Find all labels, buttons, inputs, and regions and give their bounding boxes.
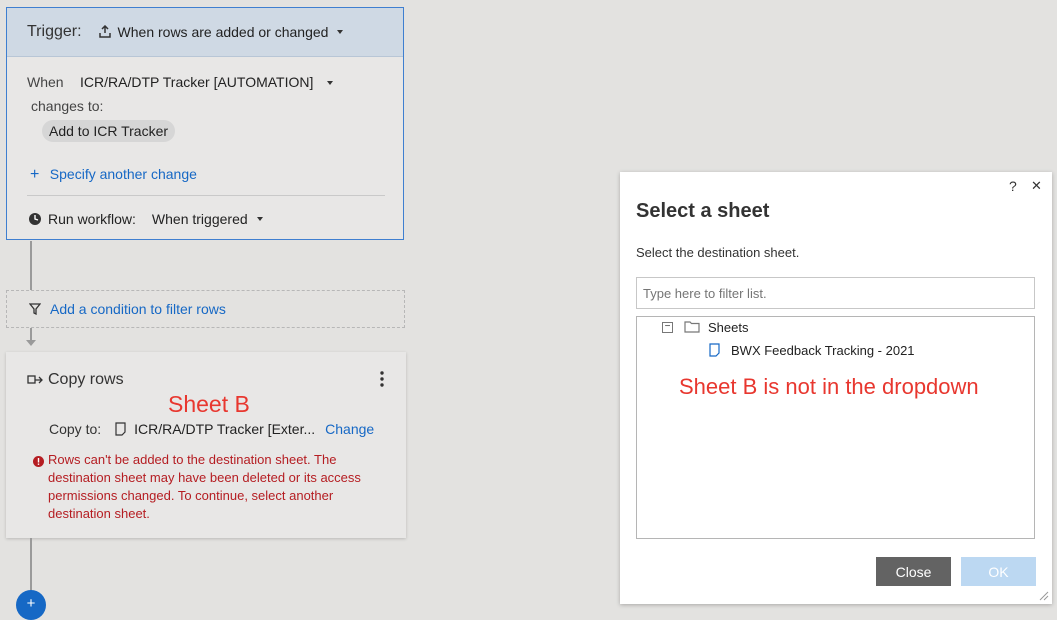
error-message: Rows can't be added to the destination s… xyxy=(48,452,361,521)
dropdown-annotation: Sheet B is not in the dropdown xyxy=(679,374,979,399)
tree-item-sheet[interactable]: BWX Feedback Tracking - 2021 xyxy=(731,343,915,358)
run-workflow-dropdown[interactable]: When triggered xyxy=(152,211,248,227)
copy-rows-icon xyxy=(27,375,43,384)
help-icon[interactable]: ? xyxy=(1009,178,1017,194)
more-options-icon[interactable] xyxy=(379,370,385,393)
specify-another-change-link[interactable]: Specify another change xyxy=(50,166,197,182)
run-workflow-label: Run workflow: xyxy=(48,211,136,227)
arrow-down-icon xyxy=(26,340,36,346)
trigger-type-icon xyxy=(98,25,111,38)
sheet-icon xyxy=(709,343,720,357)
add-condition-link[interactable]: Add a condition to filter rows xyxy=(50,301,226,317)
close-button[interactable]: Close xyxy=(876,557,951,586)
clock-icon xyxy=(29,213,41,225)
filter-icon xyxy=(29,303,41,315)
destination-sheet-name: ICR/RA/DTP Tracker [Exter... xyxy=(134,421,316,437)
trigger-header[interactable]: Trigger: When rows are added or changed xyxy=(7,8,403,57)
sheet-icon xyxy=(115,422,126,436)
copy-rows-title: Copy rows xyxy=(48,371,124,388)
when-sheet-dropdown[interactable]: ICR/RA/DTP Tracker [AUTOMATION] xyxy=(80,74,313,90)
chevron-down-icon[interactable] xyxy=(337,30,344,34)
copy-to-label: Copy to: xyxy=(49,421,102,437)
tree-folder-sheets[interactable]: Sheets xyxy=(708,320,748,335)
copy-to-row: Copy to: ICR/RA/DTP Tracker [Exter... Ch… xyxy=(49,421,374,437)
close-icon[interactable]: ✕ xyxy=(1031,178,1042,194)
connector-line xyxy=(30,538,32,594)
add-step-button[interactable]: + xyxy=(16,590,46,620)
sheet-b-annotation: Sheet B xyxy=(168,391,250,417)
collapse-toggle-icon[interactable]: − xyxy=(662,322,673,333)
specify-another-change[interactable]: + Specify another change xyxy=(30,166,197,184)
sheet-tree-list[interactable]: − Sheets BWX Feedback Tracking - 2021 Sh… xyxy=(636,316,1035,539)
chevron-down-icon[interactable] xyxy=(326,80,333,85)
trigger-label: Trigger: xyxy=(27,23,82,40)
when-row: When ICR/RA/DTP Tracker [AUTOMATION] xyxy=(27,74,333,92)
dialog-title: Select a sheet xyxy=(636,200,770,222)
filter-condition-box[interactable]: Add a condition to filter rows xyxy=(6,290,405,328)
dialog-subtitle: Select the destination sheet. xyxy=(636,245,800,260)
run-workflow-row: Run workflow: When triggered xyxy=(28,211,263,227)
filter-list-input[interactable] xyxy=(636,277,1035,309)
chevron-down-icon[interactable] xyxy=(256,217,263,221)
trigger-card[interactable]: Trigger: When rows are added or changed … xyxy=(6,7,404,240)
plus-icon: + xyxy=(26,595,36,612)
folder-icon xyxy=(684,321,700,333)
when-label: When xyxy=(27,74,64,90)
change-value-chip[interactable]: Add to ICR Tracker xyxy=(42,120,176,142)
error-icon xyxy=(33,454,44,472)
trigger-type-dropdown[interactable]: When rows are added or changed xyxy=(118,24,329,40)
changes-to-label: changes to: xyxy=(31,98,104,114)
divider xyxy=(27,195,385,196)
change-destination-link[interactable]: Change xyxy=(325,421,374,437)
ok-button[interactable]: OK xyxy=(961,557,1036,586)
resize-handle-icon[interactable] xyxy=(1037,589,1049,601)
plus-icon: + xyxy=(30,166,40,183)
copy-rows-card[interactable]: Copy rows Sheet B Copy to: ICR/RA/DTP Tr… xyxy=(6,352,406,538)
select-sheet-dialog: ? ✕ Select a sheet Select the destinatio… xyxy=(620,172,1052,604)
connector-line xyxy=(30,241,32,290)
